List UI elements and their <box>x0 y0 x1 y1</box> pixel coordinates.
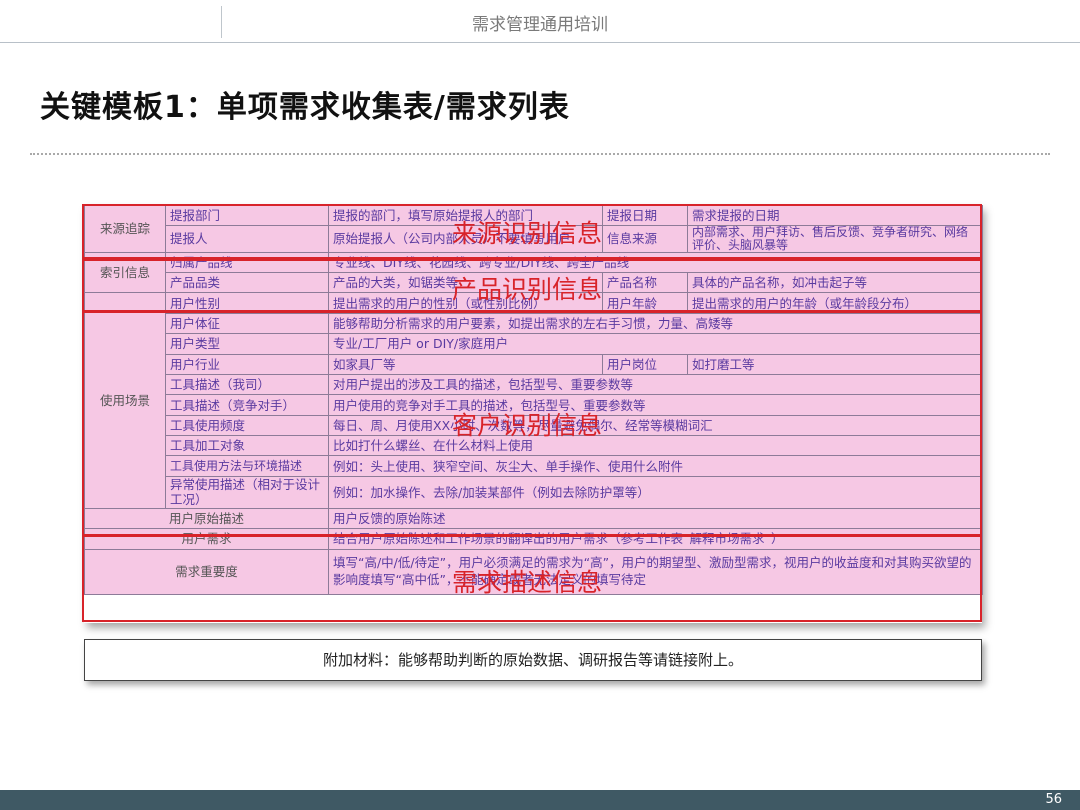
table-row: 工具使用频度 每日、周、月使用XX小时、次数等，尽量避免偶尔、经常等模糊词汇 <box>85 414 983 437</box>
field-description: 产品的大类，如锯类等 <box>328 271 603 294</box>
group-label: 索引信息 <box>84 251 166 294</box>
table-row: 产品品类 产品的大类，如锯类等 产品名称 具体的产品名称，如冲击起子等 <box>85 271 983 294</box>
field-label: 工具使用频度 <box>165 414 329 437</box>
field-description: 内部需求、用户拜访、售后反馈、竞争者研究、网络评价、头脑风暴等 <box>687 225 983 253</box>
field-description: 例如：头上使用、狭窄空间、灰尘大、单手操作、使用什么附件 <box>328 455 983 477</box>
field-label: 用户行业 <box>165 353 329 375</box>
requirement-template-table: 来源追踪 提报部门 提报的部门，填写原始提报人的部门 提报日期 需求提报的日期 … <box>84 204 983 595</box>
table-row: 用户体征 能够帮助分析需求的用户要素，如提出需求的左右手习惯，力量、高矮等 <box>85 312 983 335</box>
table-row: 异常使用描述（相对于设计工况） 例如：加水操作、去除/加装某部件（例如去除防护罩… <box>85 475 983 509</box>
field-description: 如打磨工等 <box>687 353 983 375</box>
field-label: 用户岗位 <box>602 353 688 375</box>
table-row: 工具加工对象 比如打什么螺丝、在什么材料上使用 <box>85 435 983 457</box>
table-row: 来源追踪 提报部门 提报的部门，填写原始提报人的部门 提报日期 需求提报的日期 <box>84 204 983 253</box>
field-label: 工具描述（我司） <box>165 373 329 396</box>
table-row: 提报人 原始提报人（公司内部人员）不要填写用户 信息来源 内部需求、用户拜访、售… <box>85 225 983 253</box>
table-row: 工具描述（我司） 对用户提出的涉及工具的描述，包括型号、重要参数等 <box>85 373 983 396</box>
field-label: 产品品类 <box>165 271 329 294</box>
group-label: 来源追踪 <box>84 205 166 253</box>
field-description: 填写“高/中/低/待定”，用户必须满足的需求为“高”，用户的期望型、激励型需求，… <box>328 548 983 595</box>
table-row: 工具使用方法与环境描述 例如：头上使用、狭窄空间、灰尘大、单手操作、使用什么附件 <box>85 455 983 477</box>
table-row: 使用场景 用户性别 提出需求的用户的性别（或性别比例） 用户年龄 提出需求的用户… <box>84 292 983 509</box>
footer-bar: 56 <box>0 790 1080 810</box>
field-description: 需求提报的日期 <box>687 204 983 227</box>
field-description: 专业/工厂用户 or DIY/家庭用户 <box>328 333 983 355</box>
field-label: 提报人 <box>165 225 329 253</box>
field-description: 提报的部门，填写原始提报人的部门 <box>328 204 603 227</box>
field-label: 需求重要度 <box>84 548 329 595</box>
field-description: 原始提报人（公司内部人员）不要填写用户 <box>328 225 603 253</box>
field-label: 用户原始描述 <box>84 507 329 530</box>
field-label: 用户需求 <box>84 528 329 550</box>
field-description: 能够帮助分析需求的用户要素，如提出需求的左右手习惯，力量、高矮等 <box>328 312 983 335</box>
table-row: 需求重要度 填写“高/中/低/待定”，用户必须满足的需求为“高”，用户的期望型、… <box>84 548 983 595</box>
field-label: 工具使用方法与环境描述 <box>165 455 329 477</box>
field-description: 提出需求的用户的性别（或性别比例） <box>328 292 603 314</box>
field-label: 用户年龄 <box>602 292 688 314</box>
field-label: 用户类型 <box>165 333 329 355</box>
field-description: 用户使用的竞争对手工具的描述，包括型号、重要参数等 <box>328 394 983 416</box>
field-description: 结合用户原始陈述和工作场景的翻译出的用户需求（参考工作表“解释市场需求”） <box>328 528 983 550</box>
slide-title: 关键模板1：单项需求收集表/需求列表 <box>40 90 570 125</box>
table-row: 用户行业 如家具厂等 用户岗位 如打磨工等 <box>85 353 983 375</box>
field-description: 对用户提出的涉及工具的描述，包括型号、重要参数等 <box>328 373 983 396</box>
field-description: 如家具厂等 <box>328 353 603 375</box>
attachment-note: 附加材料：能够帮助判断的原始数据、调研报告等请链接附上。 <box>84 639 982 681</box>
header-divider-vertical <box>221 6 222 38</box>
field-label: 信息来源 <box>602 225 688 253</box>
table-row: 索引信息 归属产品线 专业线、DIY线、花园线、跨专业/DIY线、跨全产品线 <box>84 251 983 294</box>
field-description: 专业线、DIY线、花园线、跨专业/DIY线、跨全产品线 <box>328 251 983 273</box>
field-description: 比如打什么螺丝、在什么材料上使用 <box>328 435 983 457</box>
table-row: 工具描述（竞争对手） 用户使用的竞争对手工具的描述，包括型号、重要参数等 <box>85 394 983 416</box>
field-label: 异常使用描述（相对于设计工况） <box>165 475 329 509</box>
table-row: 用户需求 结合用户原始陈述和工作场景的翻译出的用户需求（参考工作表“解释市场需求… <box>84 528 983 550</box>
header-divider <box>0 42 1080 43</box>
field-description: 提出需求的用户的年龄（或年龄段分布） <box>687 292 983 314</box>
field-label: 用户体征 <box>165 312 329 335</box>
field-label: 工具加工对象 <box>165 435 329 457</box>
field-label: 归属产品线 <box>165 251 329 273</box>
field-label: 用户性别 <box>165 292 329 314</box>
group-label: 使用场景 <box>84 292 166 509</box>
field-label: 提报日期 <box>602 204 688 227</box>
requirement-table-container: 来源追踪 提报部门 提报的部门，填写原始提报人的部门 提报日期 需求提报的日期 … <box>84 204 983 623</box>
field-label: 提报部门 <box>165 204 329 227</box>
field-label: 工具描述（竞争对手） <box>165 394 329 416</box>
field-description: 用户反馈的原始陈述 <box>328 507 983 530</box>
dotted-separator <box>30 153 1050 155</box>
field-label: 产品名称 <box>602 271 688 294</box>
table-row: 用户类型 专业/工厂用户 or DIY/家庭用户 <box>85 333 983 355</box>
header-title: 需求管理通用培训 <box>472 15 608 35</box>
field-description: 例如：加水操作、去除/加装某部件（例如去除防护罩等） <box>328 475 983 509</box>
field-description: 每日、周、月使用XX小时、次数等，尽量避免偶尔、经常等模糊词汇 <box>328 414 983 437</box>
table-row: 用户原始描述 用户反馈的原始陈述 <box>84 507 983 530</box>
page-number: 56 <box>1045 792 1062 807</box>
field-description: 具体的产品名称，如冲击起子等 <box>687 271 983 294</box>
